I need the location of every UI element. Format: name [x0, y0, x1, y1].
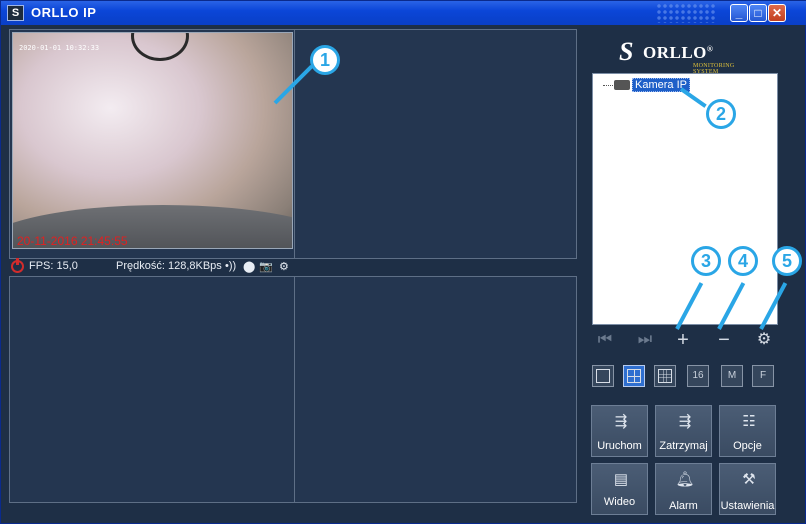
- side-panel: S ORLLO® MONITORING SYSTEM Kamera IP ⏮ ⏭…: [583, 29, 787, 517]
- tree-connector: [603, 85, 613, 86]
- camera-view[interactable]: 2020-01-01 10:32:33 20-11-2016 21:45:55: [12, 32, 293, 249]
- maximize-button[interactable]: □: [749, 4, 767, 22]
- bell-icon: 🔔︎: [675, 471, 695, 488]
- alarm-label: Alarm: [669, 500, 698, 512]
- video-cell-3[interactable]: [9, 276, 295, 503]
- gear-icon[interactable]: ⚙: [279, 260, 289, 273]
- fps-readout: FPS: 15,0: [29, 260, 78, 272]
- options-icon: ☷: [742, 413, 756, 430]
- minimize-button[interactable]: _: [730, 4, 748, 22]
- layout-1-icon: [596, 369, 610, 383]
- alarm-button[interactable]: 🔔︎ Alarm: [655, 463, 712, 515]
- brand-logo: S ORLLO® MONITORING SYSTEM: [619, 35, 759, 75]
- layout-1-button[interactable]: [592, 365, 614, 387]
- callout-5: 5: [772, 246, 802, 276]
- device-settings-icon[interactable]: ⚙: [755, 332, 773, 350]
- layout-4-icon: [627, 369, 641, 383]
- osd-timestamp-top: 2020-01-01 10:32:33: [19, 44, 100, 52]
- record-icon[interactable]: ⬤: [243, 260, 255, 273]
- next-icon[interactable]: ⏭: [636, 332, 654, 350]
- start-label: Uruchom: [597, 440, 642, 452]
- layout-16-button[interactable]: 16: [687, 365, 709, 387]
- logo-brand: ORLLO®: [643, 43, 714, 62]
- layout-m-button[interactable]: M: [721, 365, 743, 387]
- settings-button[interactable]: ⚒ Ustawienia: [719, 463, 776, 515]
- osd-timestamp-bottom: 20-11-2016 21:45:55: [17, 234, 128, 248]
- video-label: Wideo: [603, 496, 636, 508]
- fullscreen-button[interactable]: F: [752, 365, 774, 387]
- video-grid: 2020-01-01 10:32:33 20-11-2016 21:45:55 …: [9, 29, 577, 503]
- wrench-icon: ⚒: [742, 471, 756, 488]
- video-button[interactable]: ▤ Wideo: [591, 463, 648, 515]
- title-bar[interactable]: S ORLLO IP _ □ ✕: [1, 1, 806, 25]
- logo-icon: S: [7, 5, 24, 21]
- camera-object: [131, 33, 189, 61]
- options-label: Opcje: [733, 440, 762, 452]
- stop-label: Zatrzymaj: [659, 440, 708, 452]
- close-button[interactable]: ✕: [768, 4, 786, 22]
- previous-icon[interactable]: ⏮: [596, 332, 614, 350]
- add-device-button[interactable]: +: [674, 330, 692, 350]
- logo-mark: S: [619, 37, 634, 66]
- options-button[interactable]: ☷ Opcje: [719, 405, 776, 457]
- callout-3: 3: [691, 246, 721, 276]
- start-icon: ⇶: [614, 413, 628, 430]
- snapshot-icon[interactable]: 📷: [259, 260, 273, 273]
- video-status-bar: FPS: 15,0 Prędkość: 128,8KBps •)) ⬤ 📷 ⚙: [11, 258, 571, 275]
- callout-4: 4: [728, 246, 758, 276]
- stop-button[interactable]: ⇶ Zatrzymaj: [655, 405, 712, 457]
- power-icon[interactable]: [11, 258, 24, 273]
- layout-4-button[interactable]: [623, 365, 645, 387]
- titlebar-decoration: [656, 3, 716, 23]
- main-window: S ORLLO IP _ □ ✕ 2020-01-01 10:32:33 20-…: [0, 0, 806, 524]
- audio-icon[interactable]: •)): [225, 260, 236, 272]
- video-icon: ▤: [613, 471, 629, 488]
- window-title: ORLLO IP: [31, 5, 97, 20]
- camera-icon: [614, 80, 630, 90]
- device-tree[interactable]: Kamera IP: [592, 73, 778, 325]
- video-cell-1[interactable]: 2020-01-01 10:32:33 20-11-2016 21:45:55: [9, 29, 295, 259]
- stop-icon: ⇶: [678, 413, 692, 430]
- remove-device-button[interactable]: −: [715, 330, 733, 350]
- bitrate-readout: Prędkość: 128,8KBps: [116, 260, 222, 272]
- settings-label: Ustawienia: [720, 500, 775, 512]
- video-cell-4[interactable]: [294, 276, 577, 503]
- start-button[interactable]: ⇶ Uruchom: [591, 405, 648, 457]
- layout-9-icon: [658, 369, 672, 383]
- callout-2: 2: [706, 99, 736, 129]
- callout-1: 1: [310, 45, 340, 75]
- layout-9-button[interactable]: [654, 365, 676, 387]
